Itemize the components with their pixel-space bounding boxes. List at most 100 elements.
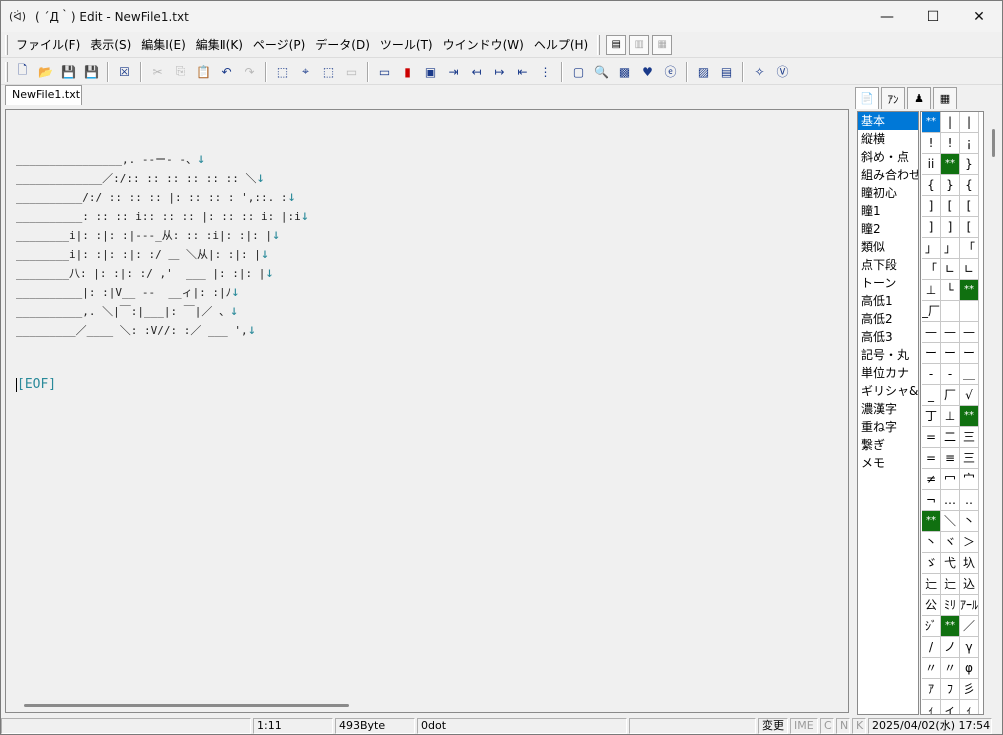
- palette-char-cell[interactable]: -: [941, 364, 960, 385]
- palette-char-cell[interactable]: **: [922, 112, 941, 133]
- sparkle-icon[interactable]: ✧: [749, 61, 770, 82]
- window-icon[interactable]: ▢: [568, 61, 589, 82]
- palette-char-cell[interactable]: !: [922, 133, 941, 154]
- palette-char-cell[interactable]: —: [960, 322, 979, 343]
- palette-char-cell[interactable]: =: [922, 427, 941, 448]
- palette-category-item[interactable]: 重ね字: [858, 418, 918, 436]
- palette-char-cell[interactable]: ー: [922, 343, 941, 364]
- palette-char-cell[interactable]: 冖: [941, 469, 960, 490]
- palette-char-cell[interactable]: !: [941, 133, 960, 154]
- minimize-button[interactable]: —: [864, 1, 910, 32]
- palette-char-cell[interactable]: 辷: [922, 574, 941, 595]
- menu-edit-1[interactable]: 編集Ⅰ(E): [136, 32, 191, 58]
- redo-icon[interactable]: ↷: [239, 61, 260, 82]
- vertical-scroll-thumb[interactable]: [992, 129, 995, 157]
- palette-category-item[interactable]: 斜め・点: [858, 148, 918, 166]
- palette-char-cell[interactable]: ＞: [960, 532, 979, 553]
- palette-char-cell[interactable]: **: [960, 406, 979, 427]
- palette-char-cell[interactable]: ＿: [960, 364, 979, 385]
- close-button[interactable]: ✕: [956, 1, 1002, 32]
- palette-char-cell[interactable]: ∟: [960, 259, 979, 280]
- menu-file[interactable]: ファイル(F): [11, 32, 85, 58]
- palette-char-cell[interactable]: —: [922, 322, 941, 343]
- app-icon[interactable]: (ᐛ): [9, 10, 29, 23]
- palette-char-cell[interactable]: ヾ: [941, 532, 960, 553]
- palette-category-item[interactable]: 単位カナ: [858, 364, 918, 382]
- undo-icon[interactable]: ↶: [216, 61, 237, 82]
- palette-char-cell[interactable]: 丁: [922, 406, 941, 427]
- overlay-icon[interactable]: ▣: [420, 61, 441, 82]
- menu-window[interactable]: ウインドウ(W): [438, 32, 529, 58]
- palette-char-cell[interactable]: 丶: [960, 511, 979, 532]
- palette-char-cell[interactable]: ＼: [941, 511, 960, 532]
- favorite-icon[interactable]: ♥: [637, 61, 658, 82]
- aa-right-icon[interactable]: ↦: [489, 61, 510, 82]
- save-icon[interactable]: 💾: [58, 61, 79, 82]
- palette-char-cell[interactable]: ﾌ: [941, 679, 960, 700]
- palette-char-cell[interactable]: 三: [960, 427, 979, 448]
- palette-char-cell[interactable]: √: [960, 385, 979, 406]
- single-pane-icon[interactable]: ▤: [606, 34, 627, 55]
- palette-char-cell[interactable]: ／: [960, 616, 979, 637]
- select-rect-icon[interactable]: ⬚: [272, 61, 293, 82]
- palette-char-cell[interactable]: ]: [941, 217, 960, 238]
- palette-tab-chars[interactable]: ♟: [907, 87, 931, 109]
- editor-area[interactable]: ________________,. -‐ー‐ -、↓ _____________…: [5, 109, 849, 713]
- palette-category-item[interactable]: トーン: [858, 274, 918, 292]
- palette-char-cell[interactable]: }: [960, 154, 979, 175]
- convert-icon[interactable]: ▩: [614, 61, 635, 82]
- palette-char-cell[interactable]: 〃: [922, 658, 941, 679]
- cut-icon[interactable]: ✂: [147, 61, 168, 82]
- palette-category-item[interactable]: 類似: [858, 238, 918, 256]
- select-free-icon[interactable]: ⌖: [295, 61, 316, 82]
- color-mark-icon[interactable]: ▮: [397, 61, 418, 82]
- title-bar[interactable]: (ᐛ) ( ´Д｀) Edit - NewFile1.txt — ☐ ✕: [1, 1, 1002, 32]
- palette-char-cell[interactable]: —: [941, 322, 960, 343]
- palette-char-cell[interactable]: [: [960, 196, 979, 217]
- menu-data[interactable]: データ(D): [310, 32, 375, 58]
- menu-page[interactable]: ページ(P): [248, 32, 310, 58]
- palette-tab-list[interactable]: ▦: [933, 87, 957, 109]
- palette-char-cell[interactable]: [: [960, 217, 979, 238]
- menu-view[interactable]: 表示(S): [85, 32, 136, 58]
- palette-char-cell[interactable]: 」: [941, 238, 960, 259]
- palette-char-cell[interactable]: └: [941, 280, 960, 301]
- palette-char-cell[interactable]: ー: [941, 343, 960, 364]
- horizontal-scrollbar[interactable]: [6, 698, 848, 712]
- palette-char-cell[interactable]: …: [941, 490, 960, 511]
- vertical-scrollbar[interactable]: [985, 111, 1002, 715]
- insert-icon[interactable]: ▭: [374, 61, 395, 82]
- palette-category-item[interactable]: 基本: [858, 112, 918, 130]
- palette-char-cell[interactable]: [960, 301, 979, 322]
- palette-char-cell[interactable]: 込: [960, 574, 979, 595]
- palette-char-cell[interactable]: |: [960, 112, 979, 133]
- palette-char-cell[interactable]: [: [941, 196, 960, 217]
- palette-char-cell[interactable]: ⊥: [922, 280, 941, 301]
- aa-picture-icon[interactable]: ▨: [693, 61, 714, 82]
- palette-char-cell[interactable]: 公: [922, 595, 941, 616]
- palette-category-item[interactable]: 記号・丸: [858, 346, 918, 364]
- palette-char-cell[interactable]: =: [922, 448, 941, 469]
- palette-char-cell[interactable]: ノ: [941, 637, 960, 658]
- palette-char-cell[interactable]: ゞ: [922, 553, 941, 574]
- palette-char-cell[interactable]: {: [922, 175, 941, 196]
- tab-newfile1[interactable]: NewFile1.txt: [5, 85, 82, 105]
- close-file-icon[interactable]: ☒: [114, 61, 135, 82]
- palette-char-cell[interactable]: }: [941, 175, 960, 196]
- palette-char-cell[interactable]: φ: [960, 658, 979, 679]
- palette-category-item[interactable]: 瞳初心: [858, 184, 918, 202]
- aa-left-icon[interactable]: ↤: [466, 61, 487, 82]
- palette-char-cell[interactable]: 彡: [960, 679, 979, 700]
- palette-char-cell[interactable]: **: [941, 154, 960, 175]
- palette-char-cell[interactable]: 」: [922, 238, 941, 259]
- palette-char-cell[interactable]: ∟: [941, 259, 960, 280]
- palette-char-cell[interactable]: |: [941, 112, 960, 133]
- horizontal-scroll-thumb[interactable]: [24, 704, 349, 707]
- preview-icon[interactable]: 🔍: [591, 61, 612, 82]
- palette-char-cell[interactable]: 辷: [941, 574, 960, 595]
- new-file-icon[interactable]: 🗋: [12, 61, 33, 82]
- palette-char-cell[interactable]: ﾐﾘ: [941, 595, 960, 616]
- palette-char-cell[interactable]: 「: [960, 238, 979, 259]
- open-folder-icon[interactable]: 📂: [35, 61, 56, 82]
- split-vertical-icon[interactable]: ▦: [652, 34, 673, 55]
